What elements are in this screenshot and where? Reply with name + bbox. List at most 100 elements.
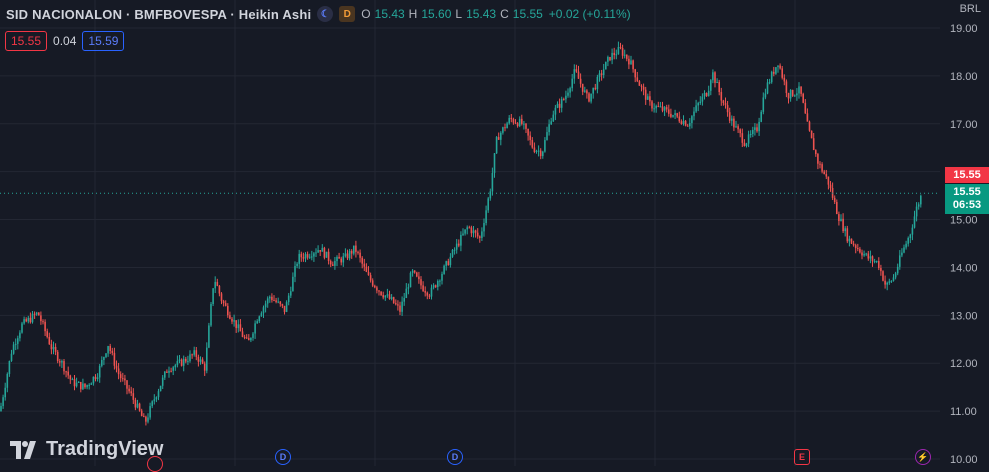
candle — [350, 249, 353, 259]
candle — [264, 300, 267, 313]
dividend-event-icon[interactable]: D — [447, 449, 463, 465]
candle — [766, 79, 769, 95]
candle — [214, 276, 216, 294]
candle — [768, 78, 771, 85]
bar-countdown: 06:53 — [952, 199, 982, 211]
candle — [432, 283, 435, 290]
candle — [869, 250, 872, 264]
candle — [279, 301, 282, 307]
candle — [10, 349, 13, 362]
candle — [779, 63, 781, 70]
candle — [182, 355, 185, 372]
candle — [243, 334, 246, 340]
candle — [525, 123, 527, 133]
candle — [212, 288, 214, 307]
candle — [218, 285, 221, 297]
close-label: C — [500, 7, 509, 21]
buy-button[interactable]: 15.59 — [82, 31, 125, 51]
candle — [594, 83, 597, 91]
candle — [155, 396, 158, 403]
candle — [724, 97, 727, 109]
candle — [907, 236, 909, 247]
candle — [189, 350, 191, 363]
candle — [113, 347, 116, 370]
event-marker-clipped[interactable] — [147, 456, 163, 472]
candle — [54, 343, 57, 356]
candle — [527, 128, 529, 141]
candle — [703, 90, 706, 100]
candle — [395, 299, 397, 306]
candle — [777, 65, 779, 73]
candle — [888, 278, 891, 285]
candle — [615, 49, 618, 60]
delayed-data-icon[interactable]: D — [339, 6, 356, 22]
market-closed-icon[interactable]: ☾ — [317, 6, 334, 22]
candle — [741, 128, 744, 148]
candle — [4, 382, 6, 401]
currency-label[interactable]: BRL — [960, 3, 981, 15]
candle — [109, 343, 111, 355]
candle — [802, 92, 804, 104]
candle — [46, 328, 48, 339]
candle — [796, 88, 798, 101]
candle — [283, 305, 286, 315]
candle — [61, 359, 63, 369]
symbol-title[interactable]: SID NACIONALON · BMFBOVESPA · Heikin Ash… — [6, 7, 311, 22]
candle — [161, 375, 164, 390]
candle — [266, 296, 269, 308]
brand-name: TradingView — [46, 438, 164, 460]
candle — [626, 54, 628, 62]
candle — [760, 110, 762, 123]
candle — [166, 369, 168, 374]
candle — [756, 123, 758, 133]
candle — [300, 251, 303, 262]
candle — [657, 101, 660, 108]
candle — [363, 258, 366, 271]
candle — [42, 319, 44, 325]
candle — [487, 196, 489, 213]
sell-button[interactable]: 15.55 — [5, 31, 48, 51]
candle — [852, 240, 855, 247]
candle — [437, 279, 439, 291]
candle — [840, 214, 842, 222]
candle — [504, 123, 506, 132]
candle — [462, 228, 464, 236]
candle — [80, 381, 82, 393]
candle — [901, 248, 903, 258]
low-value: 15.43 — [466, 7, 497, 21]
candle — [773, 66, 775, 77]
candle — [21, 321, 23, 334]
candle — [613, 47, 615, 60]
candle — [107, 345, 109, 357]
candle — [861, 249, 863, 260]
candle — [73, 375, 76, 391]
candle — [23, 316, 25, 325]
candle — [632, 59, 634, 73]
candle — [596, 74, 599, 94]
candle — [195, 346, 198, 361]
candle — [168, 366, 170, 378]
dividend-event-icon[interactable]: D — [275, 449, 291, 465]
y-tick-label: 15.00 — [950, 215, 978, 227]
price-chart[interactable]: 19.0018.0017.0016.0015.0014.0013.0012.00… — [0, 0, 989, 466]
candle — [126, 379, 128, 395]
candle — [56, 350, 59, 364]
candle — [812, 132, 815, 151]
candle — [271, 293, 273, 303]
close-price-tag: 15.55 — [953, 186, 981, 198]
candle — [707, 85, 710, 97]
open-label: O — [361, 7, 371, 21]
candle — [634, 68, 636, 83]
candle — [441, 271, 443, 285]
tradingview-logo[interactable]: TradingView — [10, 438, 163, 461]
candle — [581, 83, 584, 96]
earnings-event-icon[interactable]: E — [794, 449, 810, 465]
candle — [701, 93, 704, 106]
candle — [340, 256, 342, 266]
y-tick-label: 11.00 — [950, 406, 977, 418]
candle — [308, 253, 311, 259]
candle — [663, 106, 666, 117]
candle — [867, 250, 870, 261]
split-event-icon[interactable]: ⚡ — [915, 449, 931, 465]
candle — [720, 87, 723, 106]
